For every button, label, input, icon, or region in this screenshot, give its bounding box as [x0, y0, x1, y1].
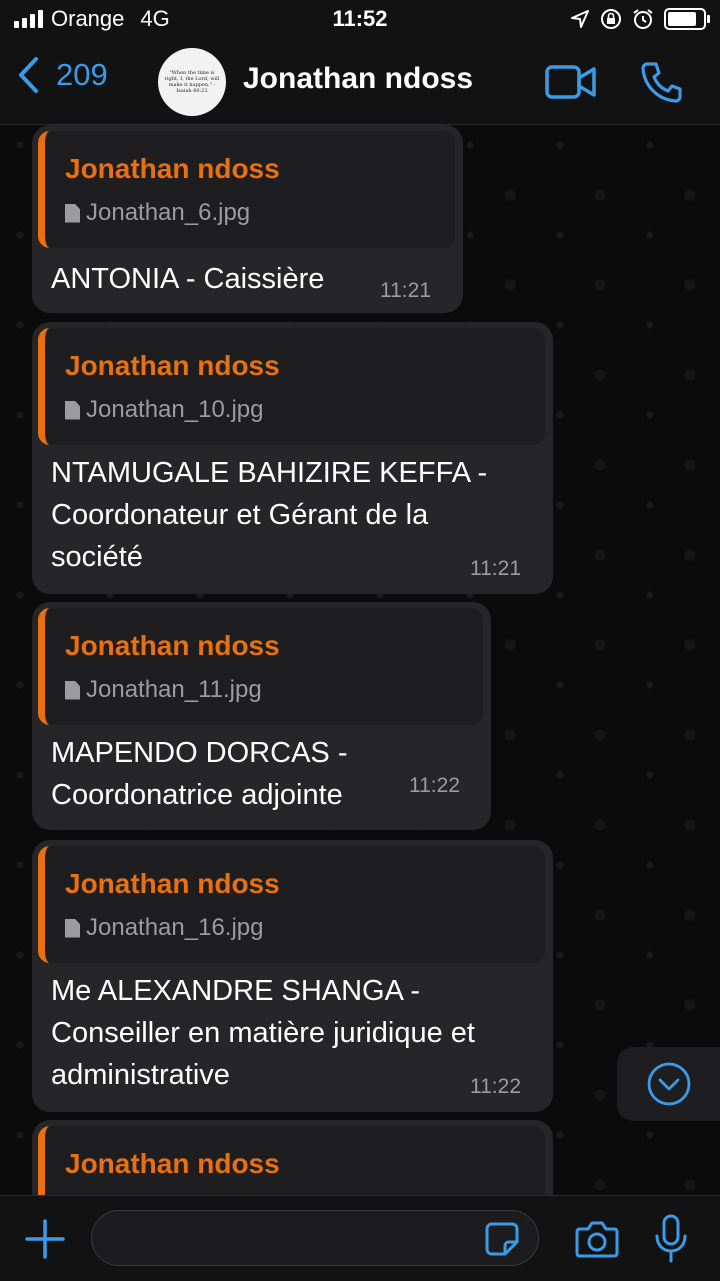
message-bubble[interactable]: Jonathan ndoss Jonathan_16.jpg Me ALEXAN… [32, 840, 553, 1112]
phone-icon[interactable] [640, 60, 684, 104]
document-icon [65, 918, 80, 938]
camera-icon[interactable] [575, 1220, 619, 1258]
battery-icon [664, 8, 710, 30]
unread-count: 209 [56, 57, 108, 92]
message-line: ANTONIA - Caissière [51, 263, 325, 295]
quote-sender: Jonathan ndoss [65, 1148, 280, 1179]
message-text: ANTONIA - Caissière [51, 258, 324, 300]
status-bar: Orange 4G 11:52 [0, 0, 720, 40]
chevron-left-icon [19, 57, 38, 93]
message-time: 11:21 [470, 557, 521, 580]
quoted-message[interactable]: Jonathan ndoss Jonathan_16.jpg [38, 846, 545, 963]
plus-icon[interactable] [24, 1218, 66, 1260]
composer-bar [0, 1195, 720, 1281]
quote-attachment: Jonathan_10.jpg [65, 396, 264, 424]
quote-sender: Jonathan ndoss [65, 868, 280, 899]
document-icon [65, 400, 80, 420]
location-icon [571, 10, 589, 28]
microphone-icon[interactable] [654, 1214, 688, 1264]
chevron-down-circle-icon [647, 1062, 690, 1106]
chat-header: 209 "When the time is right, I, the Lord… [0, 40, 720, 125]
document-icon [65, 203, 80, 223]
message-line: administrative [51, 1059, 230, 1091]
quote-filename: Jonathan_6.jpg [86, 199, 251, 226]
sticker-icon[interactable] [484, 1222, 520, 1256]
back-button[interactable]: 209 [16, 56, 108, 94]
quote-sender: Jonathan ndoss [65, 153, 280, 184]
message-time: 11:22 [470, 1075, 521, 1098]
quote-filename: Jonathan_16.jpg [86, 914, 264, 941]
message-bubble[interactable]: Jonathan ndoss Jonathan_6.jpg ANTONIA - … [32, 125, 463, 313]
status-right [570, 8, 710, 30]
message-line: Conseiller en matière juridique et [51, 1017, 475, 1049]
message-time: 11:21 [380, 279, 431, 302]
quote-filename: Jonathan_10.jpg [86, 396, 264, 423]
rotation-lock-icon [601, 9, 621, 29]
avatar[interactable]: "When the time is right, I, the Lord, wi… [158, 48, 226, 116]
message-bubble[interactable]: Jonathan ndoss Jonathan_11.jpg MAPENDO D… [32, 602, 491, 830]
quoted-message[interactable]: Jonathan ndoss Jonathan_10.jpg [38, 328, 545, 445]
quote-sender: Jonathan ndoss [65, 350, 280, 381]
message-text: Me ALEXANDRE SHANGA - Conseiller en mati… [51, 970, 475, 1096]
video-call-icon[interactable] [545, 64, 597, 100]
quote-attachment: Jonathan_16.jpg [65, 914, 264, 942]
message-text: MAPENDO DORCAS - Coordonatrice adjointe [51, 732, 347, 816]
alarm-icon [633, 9, 653, 29]
message-bubble[interactable]: Jonathan ndoss [32, 1120, 553, 1195]
message-line: MAPENDO DORCAS - [51, 737, 348, 769]
document-icon [65, 680, 80, 700]
message-list[interactable]: Jonathan ndoss Jonathan_6.jpg ANTONIA - … [0, 125, 720, 1195]
scroll-to-bottom-button[interactable] [617, 1047, 720, 1121]
message-line: Me ALEXANDRE SHANGA - [51, 975, 421, 1007]
quote-attachment: Jonathan_11.jpg [65, 676, 262, 704]
quote-filename: Jonathan_11.jpg [86, 676, 262, 703]
quote-sender: Jonathan ndoss [65, 630, 280, 661]
quoted-message[interactable]: Jonathan ndoss [38, 1126, 545, 1195]
message-line: NTAMUGALE BAHIZIRE KEFFA - [51, 457, 488, 489]
message-text: NTAMUGALE BAHIZIRE KEFFA - Coordonateur … [51, 452, 487, 578]
message-line: Coordonatrice adjointe [51, 779, 343, 811]
quoted-message[interactable]: Jonathan ndoss Jonathan_6.jpg [38, 131, 455, 248]
message-line: société [51, 541, 143, 573]
message-time: 11:22 [409, 774, 460, 797]
contact-name[interactable]: Jonathan ndoss [243, 62, 473, 96]
quoted-message[interactable]: Jonathan ndoss Jonathan_11.jpg [38, 608, 483, 725]
message-line: Coordonateur et Gérant de la [51, 499, 429, 531]
quote-attachment: Jonathan_6.jpg [65, 199, 250, 227]
message-input[interactable] [91, 1210, 539, 1266]
message-bubble[interactable]: Jonathan ndoss Jonathan_10.jpg NTAMUGALE… [32, 322, 553, 594]
